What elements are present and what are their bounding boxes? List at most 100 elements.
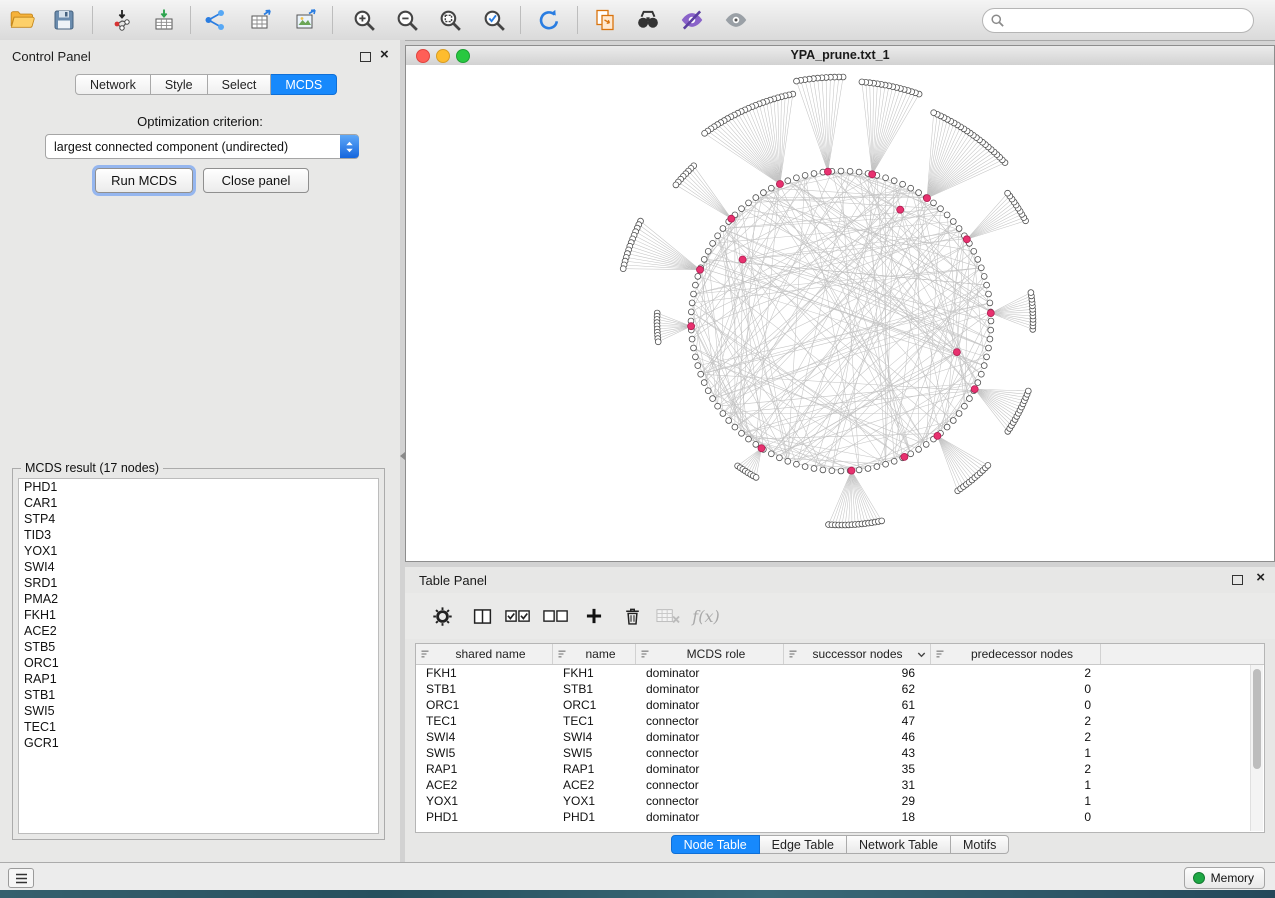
import-network-button[interactable] <box>104 4 140 36</box>
cell-shared_name: ORC1 <box>416 697 553 713</box>
table-row[interactable]: SWI4SWI4dominator462 <box>416 729 1264 745</box>
tab-motifs[interactable]: Motifs <box>951 835 1009 854</box>
tab-network-table[interactable]: Network Table <box>847 835 951 854</box>
tab-edge-table[interactable]: Edge Table <box>760 835 847 854</box>
mcds-result-item[interactable]: FKH1 <box>19 607 378 623</box>
table-row[interactable]: ACE2ACE2connector311 <box>416 777 1264 793</box>
export-network-button[interactable] <box>197 4 233 36</box>
cell-mcds_role: dominator <box>636 761 784 777</box>
column-header-predecessor-nodes[interactable]: predecessor nodes <box>931 644 1101 664</box>
mcds-result-item[interactable]: SWI5 <box>19 703 378 719</box>
zoom-in-button[interactable] <box>346 4 382 36</box>
close-panel-icon[interactable]: × <box>380 46 389 64</box>
column-header-MCDS-role[interactable]: MCDS role <box>636 644 784 664</box>
tab-mcds[interactable]: MCDS <box>271 74 337 95</box>
column-header-shared-name[interactable]: shared name <box>416 644 553 664</box>
scrollbar-thumb[interactable] <box>1253 669 1261 769</box>
mcds-result-group: MCDS result (17 nodes) PHD1CAR1STP4TID3Y… <box>12 468 385 840</box>
table-row[interactable]: RAP1RAP1dominator352 <box>416 761 1264 777</box>
mcds-result-item[interactable]: SWI4 <box>19 559 378 575</box>
select-all-button[interactable] <box>503 602 533 630</box>
find-button[interactable] <box>630 4 666 36</box>
import-network-icon <box>110 8 134 32</box>
table-row[interactable]: STB1STB1dominator620 <box>416 681 1264 697</box>
criterion-dropdown[interactable]: largest connected component (undirected) <box>45 134 359 159</box>
cell-mcds_role: connector <box>636 793 784 809</box>
tab-network[interactable]: Network <box>75 74 151 95</box>
eye-icon <box>723 7 749 33</box>
import-table-button[interactable] <box>146 4 182 36</box>
close-panel-button[interactable]: Close panel <box>203 168 309 193</box>
mcds-result-list[interactable]: PHD1CAR1STP4TID3YOX1SWI4SRD1PMA2FKH1ACE2… <box>18 478 379 834</box>
refresh-button[interactable] <box>531 4 567 36</box>
table-row[interactable]: YOX1YOX1connector291 <box>416 793 1264 809</box>
cell-name: YOX1 <box>553 793 636 809</box>
mcds-result-item[interactable]: ORC1 <box>19 655 378 671</box>
mcds-result-item[interactable]: YOX1 <box>19 543 378 559</box>
cell-mcds_role: connector <box>636 777 784 793</box>
table-row[interactable]: TEC1TEC1connector472 <box>416 713 1264 729</box>
mcds-result-item[interactable]: TID3 <box>19 527 378 543</box>
dropdown-stepper <box>340 135 359 158</box>
criterion-selected-value: largest connected component (undirected) <box>46 140 340 154</box>
zoom-fit-button[interactable] <box>432 4 468 36</box>
deselect-all-button[interactable] <box>541 602 571 630</box>
mcds-result-title: MCDS result (17 nodes) <box>21 461 163 475</box>
mcds-result-item[interactable]: CAR1 <box>19 495 378 511</box>
mcds-result-item[interactable]: SRD1 <box>19 575 378 591</box>
float-panel-icon[interactable] <box>360 52 371 62</box>
delete-column-button[interactable] <box>617 602 647 630</box>
list-icon <box>15 873 28 884</box>
save-button[interactable] <box>46 4 82 36</box>
cell-predecessor_nodes: 2 <box>931 713 1101 729</box>
zoom-selected-button[interactable] <box>476 4 512 36</box>
close-table-panel-icon[interactable]: × <box>1256 569 1265 587</box>
mcds-result-item[interactable]: ACE2 <box>19 623 378 639</box>
mcds-result-item[interactable]: STB5 <box>19 639 378 655</box>
network-canvas[interactable] <box>406 65 1274 561</box>
export-image-button[interactable] <box>288 4 324 36</box>
table-row[interactable]: SWI5SWI5connector431 <box>416 745 1264 761</box>
memory-button[interactable]: Memory <box>1184 867 1265 889</box>
zoom-fit-icon <box>438 8 463 33</box>
close-panel-label: Close panel <box>222 173 291 188</box>
mcds-result-item[interactable]: PMA2 <box>19 591 378 607</box>
table-row[interactable]: ORC1ORC1dominator610 <box>416 697 1264 713</box>
mcds-result-item[interactable]: PHD1 <box>19 479 378 495</box>
mcds-result-item[interactable]: STP4 <box>19 511 378 527</box>
main-toolbar <box>0 0 1275 41</box>
float-table-panel-icon[interactable] <box>1232 575 1243 585</box>
mcds-result-item[interactable]: STB1 <box>19 687 378 703</box>
column-header-successor-nodes[interactable]: successor nodes <box>784 644 931 664</box>
run-mcds-label: Run MCDS <box>111 173 177 188</box>
hide-selected-button[interactable] <box>674 4 710 36</box>
copy-document-icon <box>593 8 617 32</box>
table-row[interactable]: FKH1FKH1dominator962 <box>416 665 1264 681</box>
status-bar: Memory <box>0 862 1275 891</box>
zoom-out-button[interactable] <box>389 4 425 36</box>
eye-slash-icon <box>679 7 705 33</box>
column-header-filler <box>1101 644 1264 664</box>
cell-name: TEC1 <box>553 713 636 729</box>
column-header-name[interactable]: name <box>553 644 636 664</box>
run-mcds-button[interactable]: Run MCDS <box>95 168 193 193</box>
copy-style-button[interactable] <box>587 4 623 36</box>
add-column-button[interactable] <box>579 602 609 630</box>
table-row[interactable]: PHD1PHD1dominator180 <box>416 809 1264 825</box>
open-button[interactable] <box>4 4 40 36</box>
mcds-result-item[interactable]: RAP1 <box>19 671 378 687</box>
show-columns-button[interactable] <box>467 602 497 630</box>
cell-predecessor_nodes: 0 <box>931 809 1101 825</box>
mcds-result-item[interactable]: TEC1 <box>19 719 378 735</box>
search-input[interactable] <box>982 8 1254 33</box>
mcds-result-item[interactable]: GCR1 <box>19 735 378 751</box>
status-menu-button[interactable] <box>8 868 34 888</box>
tab-select[interactable]: Select <box>208 74 272 95</box>
table-scrollbar[interactable] <box>1250 665 1263 831</box>
network-window-titlebar[interactable]: YPA_prune.txt_1 <box>406 46 1274 66</box>
export-table-button[interactable] <box>243 4 279 36</box>
table-settings-button[interactable] <box>427 602 457 630</box>
tab-style[interactable]: Style <box>151 74 208 95</box>
show-all-button[interactable] <box>718 4 754 36</box>
tab-node-table[interactable]: Node Table <box>671 835 760 854</box>
